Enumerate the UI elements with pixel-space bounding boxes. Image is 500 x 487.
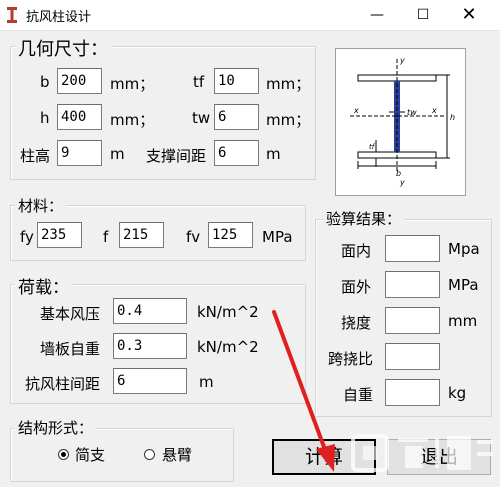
- column-spacing-input[interactable]: 6: [113, 368, 187, 394]
- out-plane-output: [385, 271, 440, 298]
- f-label: f: [103, 228, 109, 246]
- wind-pressure-input[interactable]: 0.4: [113, 298, 187, 324]
- diagram-tw: tw: [407, 108, 417, 117]
- column-height-label: 柱高: [20, 147, 51, 165]
- diagram-x-right: x: [431, 106, 437, 115]
- diagram-y-bottom: y: [399, 178, 405, 187]
- brace-spacing-input[interactable]: 6: [214, 140, 259, 166]
- column-height-unit: m: [110, 145, 125, 163]
- material-legend: 材料：: [15, 195, 67, 216]
- results-legend: 验算结果：: [323, 208, 405, 229]
- diagram-tf: tf: [369, 143, 376, 151]
- column-spacing-unit: m: [199, 373, 214, 391]
- tf-input[interactable]: 10: [214, 68, 259, 94]
- in-plane-output: [385, 235, 440, 262]
- column-spacing-label: 抗风柱间距: [25, 375, 101, 393]
- watermark-logo: [351, 434, 493, 472]
- fv-input[interactable]: 125: [208, 222, 253, 248]
- wall-weight-unit: kN/m^2: [197, 338, 259, 356]
- tf-unit: mm；: [266, 75, 311, 93]
- cantilever-label[interactable]: 悬臂: [162, 444, 192, 465]
- h-unit: mm；: [110, 111, 155, 129]
- i-beam-section-icon: y y x x tw h tf b: [350, 56, 455, 187]
- h-label: h: [40, 109, 50, 127]
- tw-label: tw: [192, 109, 211, 127]
- load-legend: 荷载：: [15, 273, 72, 298]
- deflection-label: 挠度: [341, 314, 372, 332]
- in-plane-unit: Mpa: [448, 240, 480, 258]
- tw-unit: mm；: [266, 111, 311, 129]
- fv-label: fv: [186, 228, 201, 246]
- structure-legend: 结构形式：: [15, 417, 97, 438]
- radio-selected-dot: [61, 452, 66, 457]
- out-plane-unit: MPa: [448, 276, 479, 294]
- b-label: b: [40, 73, 50, 91]
- span-ratio-output: [385, 343, 440, 370]
- wind-pressure-label: 基本风压: [40, 305, 101, 323]
- b-unit: mm；: [110, 75, 155, 93]
- deflection-output: [385, 307, 440, 334]
- span-ratio-label: 跨挠比: [328, 350, 374, 368]
- maximize-button[interactable]: ☐: [400, 0, 446, 30]
- f-input[interactable]: 215: [119, 222, 164, 248]
- geometry-legend: 几何尺寸：: [15, 35, 111, 61]
- diagram-b: b: [396, 169, 401, 178]
- b-input[interactable]: 200: [57, 68, 102, 94]
- app-icon: [7, 7, 17, 23]
- diagram-h: h: [450, 113, 455, 122]
- app-window: 抗风柱设计 — ☐ ✕ 几何尺寸： b 200 mm； tf 10 mm； h …: [0, 0, 500, 487]
- wall-weight-label: 墙板自重: [40, 340, 101, 358]
- simple-support-radio[interactable]: [58, 449, 69, 460]
- wall-weight-input[interactable]: 0.3: [113, 333, 187, 359]
- wind-pressure-unit: kN/m^2: [197, 303, 259, 321]
- h-input[interactable]: 400: [57, 104, 102, 130]
- tw-input[interactable]: 6: [214, 104, 259, 130]
- cantilever-radio[interactable]: [144, 449, 155, 460]
- fv-unit: MPa: [262, 228, 293, 246]
- in-plane-label: 面内: [341, 242, 372, 260]
- fy-label: fy: [20, 228, 34, 246]
- section-diagram: y y x x tw h tf b: [335, 48, 466, 196]
- simple-support-label[interactable]: 简支: [75, 444, 105, 465]
- diagram-y-top: y: [399, 56, 405, 65]
- column-height-input[interactable]: 9: [57, 140, 102, 166]
- brace-spacing-unit: m: [266, 145, 281, 163]
- self-weight-output: [385, 379, 440, 406]
- out-plane-label: 面外: [341, 278, 372, 296]
- fy-input[interactable]: 235: [37, 222, 82, 248]
- window-title: 抗风柱设计: [26, 10, 92, 25]
- self-weight-unit: kg: [448, 384, 467, 402]
- brace-spacing-label: 支撑间距: [146, 147, 207, 165]
- minimize-button[interactable]: —: [354, 0, 400, 30]
- diagram-x-left: x: [353, 106, 359, 115]
- deflection-unit: mm: [448, 312, 478, 330]
- tf-label: tf: [193, 73, 205, 91]
- title-bar: 抗风柱设计 — ☐ ✕: [0, 0, 500, 31]
- close-button[interactable]: ✕: [446, 0, 492, 30]
- self-weight-label: 自重: [343, 386, 374, 404]
